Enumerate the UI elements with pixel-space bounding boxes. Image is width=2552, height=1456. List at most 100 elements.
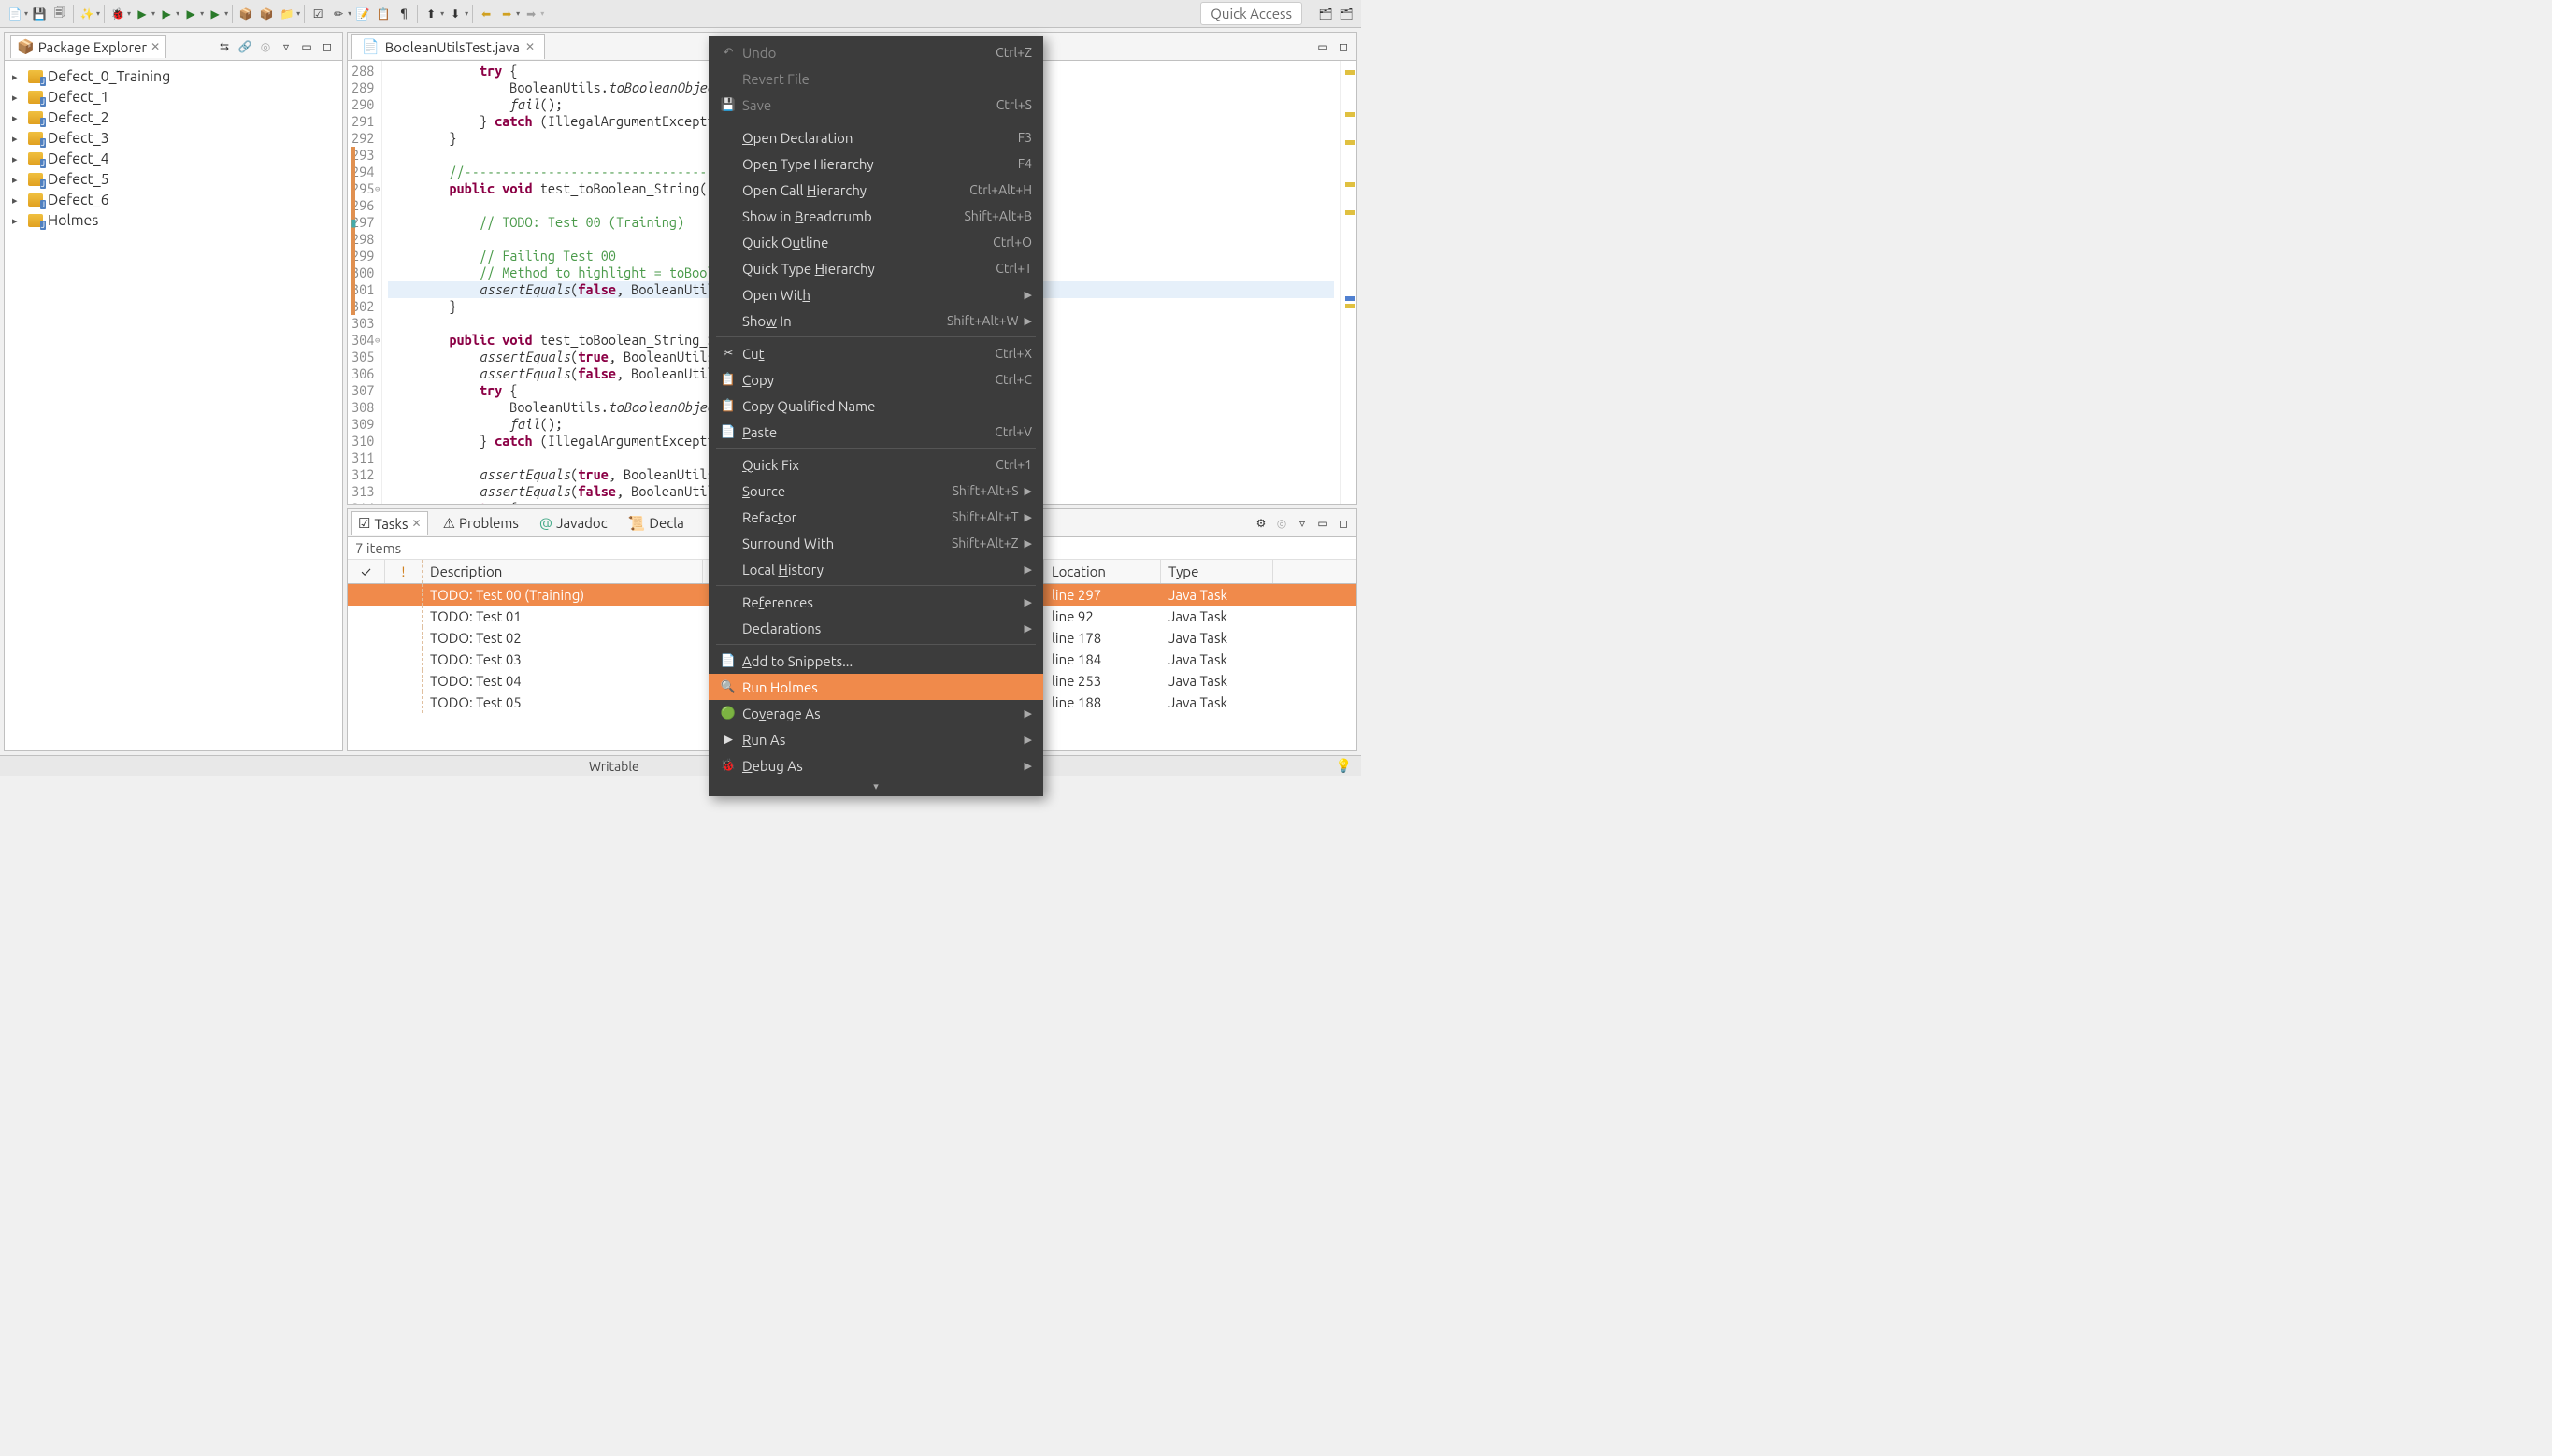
- minimize-button[interactable]: ▭: [1313, 37, 1332, 56]
- minimize-button[interactable]: ▭: [297, 37, 316, 56]
- tree-item[interactable]: ▸Defect_0_Training: [8, 66, 338, 87]
- pilcrow-button[interactable]: ¶: [394, 5, 413, 23]
- tree-item[interactable]: ▸Holmes: [8, 210, 338, 231]
- menu-item[interactable]: 📋CopyCtrl+C: [709, 366, 1043, 393]
- run-button[interactable]: ▶: [133, 5, 151, 23]
- menu-item[interactable]: 📋Copy Qualified Name: [709, 393, 1043, 419]
- expand-icon[interactable]: ▸: [12, 133, 23, 145]
- menu-label: Undo: [742, 45, 996, 61]
- expand-icon[interactable]: ▸: [12, 174, 23, 186]
- link-editor-button[interactable]: 🔗: [236, 37, 254, 56]
- overview-ruler[interactable]: [1340, 61, 1356, 504]
- nav-forward-button[interactable]: ➡: [522, 5, 540, 23]
- tab-declaration[interactable]: 📜Decla: [623, 512, 690, 535]
- close-icon[interactable]: ✕: [525, 40, 535, 53]
- new-package-button[interactable]: 📦: [237, 5, 255, 23]
- view-menu-button[interactable]: ▿: [1293, 514, 1312, 533]
- menu-item[interactable]: References▶: [709, 589, 1043, 615]
- new-class-button[interactable]: 📦: [257, 5, 276, 23]
- menu-item[interactable]: Quick Type HierarchyCtrl+T: [709, 255, 1043, 281]
- menu-item[interactable]: SourceShift+Alt+S▶: [709, 478, 1043, 504]
- format-button[interactable]: 📝: [353, 5, 372, 23]
- focus-task-button[interactable]: ◎: [1272, 514, 1291, 533]
- minimize-button[interactable]: ▭: [1313, 514, 1332, 533]
- ext-tools-button[interactable]: ▶: [206, 5, 224, 23]
- task-button[interactable]: 📋: [374, 5, 393, 23]
- menu-item[interactable]: 📄PasteCtrl+V: [709, 419, 1043, 445]
- editor-tab[interactable]: 📄 BooleanUtilsTest.java ✕: [351, 34, 545, 59]
- package-tree[interactable]: ▸Defect_0_Training▸Defect_1▸Defect_2▸Def…: [5, 61, 342, 750]
- menu-item[interactable]: Show InShift+Alt+W▶: [709, 307, 1043, 334]
- menu-icon: 📄: [718, 425, 738, 439]
- forward-button[interactable]: ➡: [497, 5, 516, 23]
- menu-item[interactable]: Open Call HierarchyCtrl+Alt+H: [709, 177, 1043, 203]
- menu-item[interactable]: 📄Add to Snippets...: [709, 648, 1043, 674]
- checkbox-button[interactable]: ☑: [308, 5, 327, 23]
- expand-icon[interactable]: ▸: [12, 153, 23, 165]
- menu-item[interactable]: Open DeclarationF3: [709, 124, 1043, 150]
- menu-item[interactable]: RefactorShift+Alt+T▶: [709, 504, 1043, 530]
- maximize-button[interactable]: ◻: [318, 37, 337, 56]
- back-button[interactable]: ⬅: [477, 5, 495, 23]
- collapse-all-button[interactable]: ⇆: [215, 37, 234, 56]
- quick-access-input[interactable]: Quick Access: [1200, 2, 1302, 25]
- col-completed[interactable]: ✓: [348, 560, 385, 583]
- close-icon[interactable]: ✕: [151, 40, 160, 53]
- menu-item[interactable]: Open With▶: [709, 281, 1043, 307]
- menu-item[interactable]: ▶Run As▶: [709, 726, 1043, 752]
- col-type[interactable]: Type: [1161, 560, 1273, 583]
- filter-button[interactable]: ⚙: [1252, 514, 1270, 533]
- maximize-button[interactable]: ◻: [1334, 37, 1353, 56]
- package-explorer-tab[interactable]: 📦 Package Explorer ✕: [10, 35, 166, 58]
- expand-icon[interactable]: ▸: [12, 112, 23, 124]
- tree-item[interactable]: ▸Defect_2: [8, 107, 338, 128]
- menu-item[interactable]: Quick OutlineCtrl+O: [709, 229, 1043, 255]
- annotation-prev-button[interactable]: ⬆: [422, 5, 440, 23]
- tree-item[interactable]: ▸Defect_5: [8, 169, 338, 190]
- menu-icon: ▶: [718, 733, 738, 747]
- col-location[interactable]: Location: [1044, 560, 1161, 583]
- menu-item[interactable]: Open Type HierarchyF4: [709, 150, 1043, 177]
- tree-item[interactable]: ▸Defect_1: [8, 87, 338, 107]
- tab-problems[interactable]: ⚠Problems: [437, 512, 524, 535]
- menu-item[interactable]: 🟢Coverage As▶: [709, 700, 1043, 726]
- debug-button[interactable]: 🐞: [108, 5, 127, 23]
- new-button[interactable]: 📄: [6, 5, 24, 23]
- tree-item[interactable]: ▸Defect_3: [8, 128, 338, 149]
- col-priority[interactable]: !: [385, 560, 423, 583]
- new-folder-button[interactable]: 📁: [278, 5, 296, 23]
- tab-tasks[interactable]: ☑Tasks ✕: [351, 511, 428, 535]
- menu-icon: 🟢: [718, 707, 738, 721]
- coverage-button[interactable]: ▶: [157, 5, 176, 23]
- menu-item[interactable]: Local History▶: [709, 556, 1043, 582]
- save-button[interactable]: 💾: [30, 5, 49, 23]
- expand-icon[interactable]: ▸: [12, 215, 23, 227]
- tree-item[interactable]: ▸Defect_6: [8, 190, 338, 210]
- edit-button[interactable]: ✏: [329, 5, 348, 23]
- perspective-java-button[interactable]: 🗂: [1316, 5, 1335, 23]
- problems-icon: ⚠: [443, 515, 455, 532]
- tip-icon[interactable]: 💡: [1336, 758, 1352, 774]
- focus-task-button[interactable]: ◎: [256, 37, 275, 56]
- menu-item[interactable]: 🐞Debug As▶: [709, 752, 1043, 778]
- wand-button[interactable]: ✨: [78, 5, 96, 23]
- expand-icon[interactable]: ▸: [12, 194, 23, 207]
- maximize-button[interactable]: ◻: [1334, 514, 1353, 533]
- menu-item[interactable]: Quick FixCtrl+1: [709, 451, 1043, 478]
- run-last-button[interactable]: ▶: [181, 5, 200, 23]
- close-icon[interactable]: ✕: [412, 517, 422, 530]
- menu-item[interactable]: 🔍Run Holmes: [709, 674, 1043, 700]
- menu-item[interactable]: Declarations▶: [709, 615, 1043, 641]
- menu-item[interactable]: ✂CutCtrl+X: [709, 340, 1043, 366]
- tree-item[interactable]: ▸Defect_4: [8, 149, 338, 169]
- tab-javadoc[interactable]: @Javadoc: [534, 512, 613, 534]
- perspective-debug-button[interactable]: 🗂: [1337, 5, 1355, 23]
- expand-icon[interactable]: ▸: [12, 92, 23, 104]
- view-menu-button[interactable]: ▿: [277, 37, 295, 56]
- menu-item[interactable]: Surround WithShift+Alt+Z▶: [709, 530, 1043, 556]
- save-all-button[interactable]: 🗐: [50, 5, 69, 23]
- expand-icon[interactable]: ▸: [12, 71, 23, 83]
- col-description[interactable]: Description: [423, 560, 703, 583]
- annotation-next-button[interactable]: ⬇: [446, 5, 465, 23]
- menu-item[interactable]: Show in BreadcrumbShift+Alt+B: [709, 203, 1043, 229]
